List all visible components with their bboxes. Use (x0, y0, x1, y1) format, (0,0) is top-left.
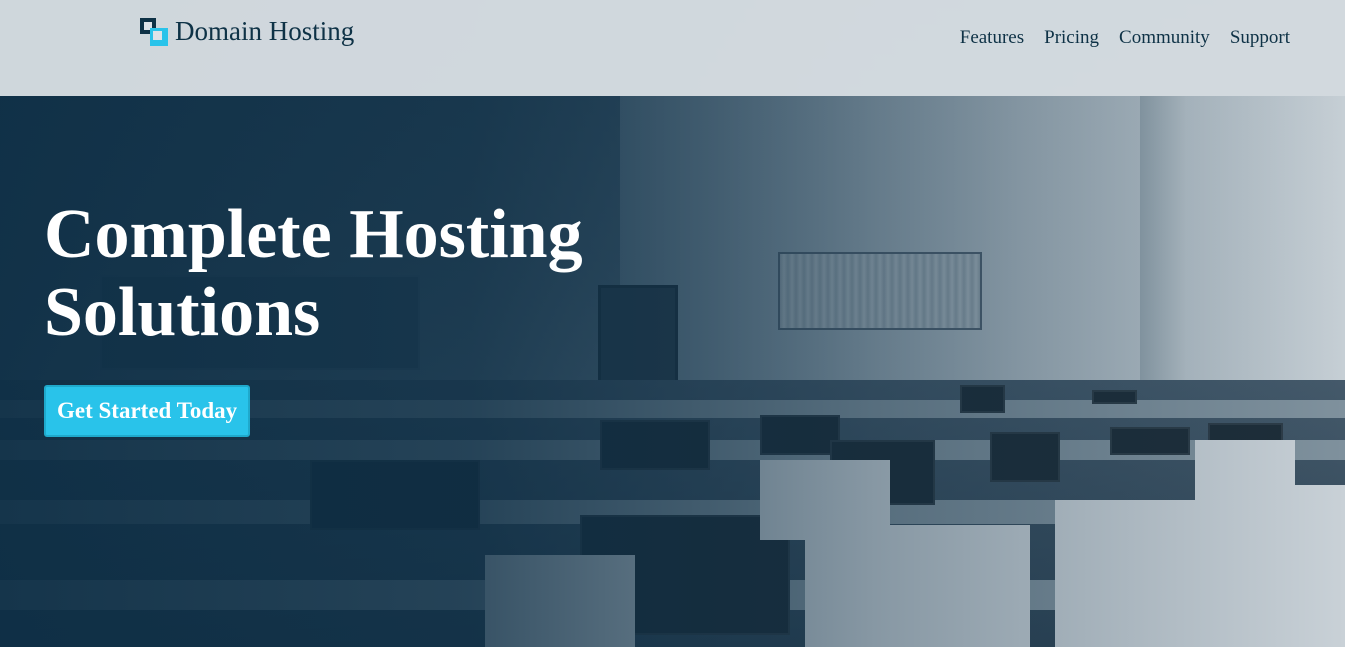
nav-link-pricing[interactable]: Pricing (1044, 27, 1099, 49)
get-started-button[interactable]: Get Started Today (44, 385, 251, 437)
nav-link-support[interactable]: Support (1230, 27, 1290, 49)
brand-name: Domain Hosting (175, 16, 355, 46)
site-header: Domain Hosting Features Pricing Communit… (0, 0, 1345, 96)
hero-title-line-1: Complete Hosting (44, 196, 583, 273)
hero-title-line-2: Solutions (44, 274, 321, 351)
hero-title: Complete Hosting Solutions (44, 196, 744, 352)
brand-logo[interactable]: Domain Hosting (140, 16, 354, 47)
nav-link-features[interactable]: Features (960, 27, 1024, 49)
nav-link-community[interactable]: Community (1119, 27, 1210, 49)
logo-squares-icon (140, 17, 168, 46)
main-nav: Features Pricing Community Support (940, 27, 1290, 49)
